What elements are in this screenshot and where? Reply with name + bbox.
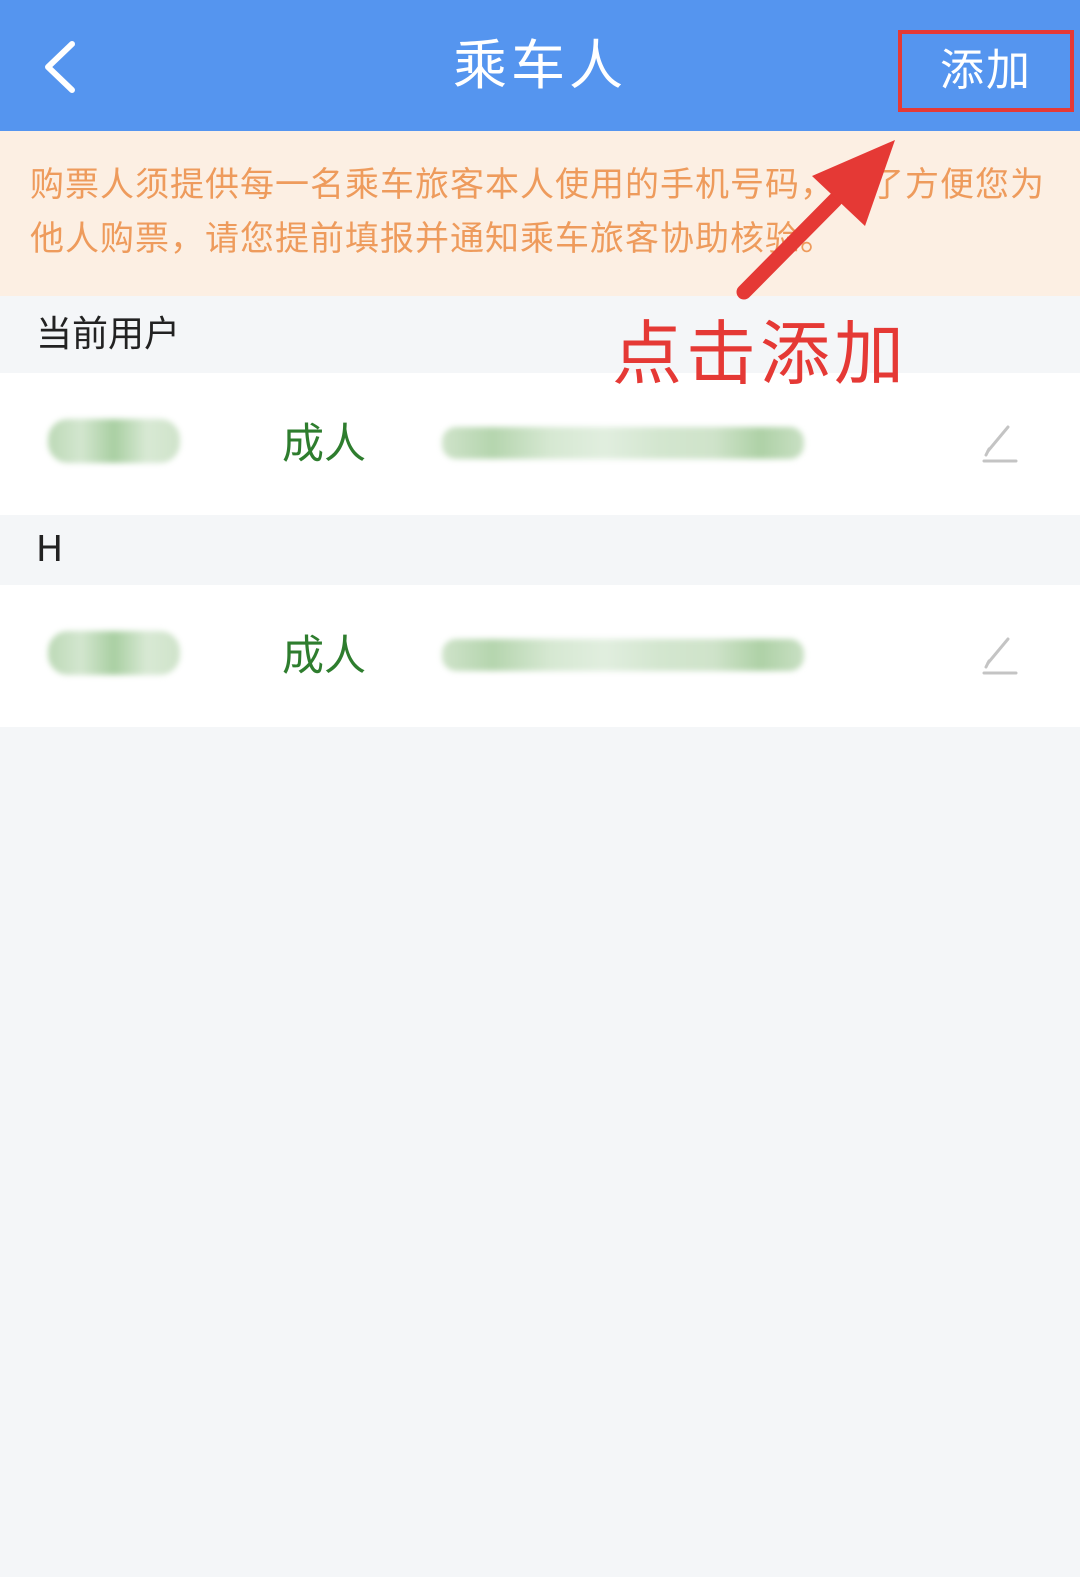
section-header-current-user: 当前用户 (0, 296, 1080, 373)
passenger-type: 成人 (282, 631, 367, 680)
app-header: 乘车人 添加 (0, 0, 1080, 131)
back-button[interactable] (30, 30, 100, 100)
passenger-row[interactable]: 成人 (0, 373, 1080, 515)
add-passenger-button[interactable]: 添加 (898, 30, 1074, 112)
passenger-name-redacted (48, 419, 180, 463)
chevron-left-icon (45, 41, 75, 93)
edit-passenger-button[interactable] (980, 631, 1020, 677)
passenger-id-redacted (442, 639, 804, 671)
passenger-row[interactable]: 成人 (0, 585, 1080, 727)
pencil-icon (982, 425, 1018, 463)
edit-passenger-button[interactable] (980, 419, 1020, 465)
notice-banner: 购票人须提供每一名乘车旅客本人使用的手机号码，为了方便您为他人购票，请您提前填报… (0, 131, 1080, 296)
passenger-name-redacted (48, 631, 180, 675)
section-header-letter: H (0, 515, 1080, 585)
passenger-type: 成人 (282, 419, 367, 468)
pencil-icon (982, 637, 1018, 675)
passenger-id-redacted (442, 427, 804, 459)
